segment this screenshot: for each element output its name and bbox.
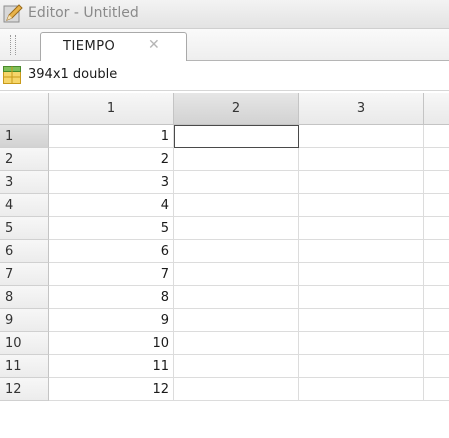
table-row: 66 bbox=[0, 240, 449, 263]
table-cell[interactable] bbox=[299, 240, 424, 263]
table-cell[interactable] bbox=[174, 194, 299, 217]
table-cell[interactable] bbox=[424, 378, 449, 401]
table-cell[interactable] bbox=[424, 240, 449, 263]
table-cell[interactable]: 4 bbox=[49, 194, 174, 217]
active-cell[interactable] bbox=[174, 125, 299, 148]
variable-info-bar: 394x1 double bbox=[0, 61, 449, 91]
table-cell[interactable] bbox=[174, 148, 299, 171]
row-header[interactable]: 11 bbox=[0, 355, 49, 378]
row-header[interactable]: 10 bbox=[0, 332, 49, 355]
grid-variable-icon bbox=[3, 66, 21, 84]
drag-grip-icon[interactable] bbox=[10, 35, 16, 55]
table-cell[interactable] bbox=[299, 194, 424, 217]
table-cell[interactable] bbox=[174, 263, 299, 286]
column-header[interactable]: 1 bbox=[49, 93, 174, 125]
table-cell[interactable] bbox=[424, 309, 449, 332]
table-cell[interactable]: 8 bbox=[49, 286, 174, 309]
table-row: 44 bbox=[0, 194, 449, 217]
table-cell[interactable] bbox=[299, 378, 424, 401]
table-cell[interactable]: 12 bbox=[49, 378, 174, 401]
table-cell[interactable] bbox=[174, 332, 299, 355]
table-cell[interactable] bbox=[174, 171, 299, 194]
table-cell[interactable] bbox=[174, 309, 299, 332]
variable-size-label: 394x1 double bbox=[28, 67, 118, 82]
row-header[interactable]: 4 bbox=[0, 194, 49, 217]
table-cell[interactable]: 10 bbox=[49, 332, 174, 355]
table-cell[interactable] bbox=[424, 194, 449, 217]
table-cell[interactable] bbox=[299, 263, 424, 286]
table-cell[interactable]: 3 bbox=[49, 171, 174, 194]
table-row: 11 11 bbox=[0, 355, 449, 378]
table-cell[interactable]: 1 bbox=[49, 125, 174, 148]
tab-strip: TIEMPO ✕ bbox=[0, 29, 449, 61]
table-cell[interactable]: 11 bbox=[49, 355, 174, 378]
table-row: 88 bbox=[0, 286, 449, 309]
table-cell[interactable] bbox=[174, 240, 299, 263]
table-cell[interactable] bbox=[174, 217, 299, 240]
table-cell[interactable] bbox=[424, 332, 449, 355]
row-header[interactable]: 2 bbox=[0, 148, 49, 171]
table-cell[interactable] bbox=[299, 286, 424, 309]
table-cell[interactable] bbox=[424, 125, 449, 148]
title-bar: Editor - Untitled bbox=[0, 0, 449, 29]
row-header[interactable]: 1 bbox=[0, 125, 49, 148]
pencil-editor-icon bbox=[3, 4, 23, 23]
row-header[interactable]: 12 bbox=[0, 378, 49, 401]
table-cell[interactable]: 5 bbox=[49, 217, 174, 240]
row-header[interactable]: 3 bbox=[0, 171, 49, 194]
grid-corner[interactable] bbox=[0, 93, 49, 125]
tab-label: TIEMPO bbox=[63, 39, 116, 54]
column-header[interactable] bbox=[424, 93, 449, 125]
table-cell[interactable] bbox=[424, 355, 449, 378]
table-row: 99 bbox=[0, 309, 449, 332]
table-cell[interactable]: 2 bbox=[49, 148, 174, 171]
table-cell[interactable] bbox=[424, 217, 449, 240]
table-row: 22 bbox=[0, 148, 449, 171]
table-cell[interactable] bbox=[174, 378, 299, 401]
table-cell[interactable] bbox=[299, 309, 424, 332]
table-cell[interactable] bbox=[424, 263, 449, 286]
table-cell[interactable] bbox=[299, 125, 424, 148]
table-cell[interactable] bbox=[174, 286, 299, 309]
tab-tiempo[interactable]: TIEMPO ✕ bbox=[40, 32, 187, 61]
table-cell[interactable]: 9 bbox=[49, 309, 174, 332]
table-row: 12 12 bbox=[0, 378, 449, 401]
close-icon[interactable]: ✕ bbox=[148, 37, 160, 53]
table-cell[interactable] bbox=[424, 286, 449, 309]
table-cell[interactable] bbox=[299, 332, 424, 355]
column-header-selected[interactable]: 2 bbox=[174, 93, 299, 125]
table-row: 11 bbox=[0, 125, 449, 148]
table-cell[interactable] bbox=[299, 148, 424, 171]
table-cell[interactable] bbox=[299, 355, 424, 378]
row-header[interactable]: 6 bbox=[0, 240, 49, 263]
row-header[interactable]: 9 bbox=[0, 309, 49, 332]
table-cell[interactable] bbox=[299, 171, 424, 194]
table-cell[interactable] bbox=[299, 217, 424, 240]
table-row: 10 10 bbox=[0, 332, 449, 355]
window-title: Editor - Untitled bbox=[28, 5, 139, 21]
row-header[interactable]: 7 bbox=[0, 263, 49, 286]
table-cell[interactable]: 6 bbox=[49, 240, 174, 263]
row-header[interactable]: 8 bbox=[0, 286, 49, 309]
table-cell[interactable] bbox=[174, 355, 299, 378]
table-row: 77 bbox=[0, 263, 449, 286]
column-header[interactable]: 3 bbox=[299, 93, 424, 125]
row-header[interactable]: 5 bbox=[0, 217, 49, 240]
table-cell[interactable] bbox=[424, 171, 449, 194]
table-cell[interactable]: 7 bbox=[49, 263, 174, 286]
table-row: 33 bbox=[0, 171, 449, 194]
table-row: 55 bbox=[0, 217, 449, 240]
table-cell[interactable] bbox=[424, 148, 449, 171]
